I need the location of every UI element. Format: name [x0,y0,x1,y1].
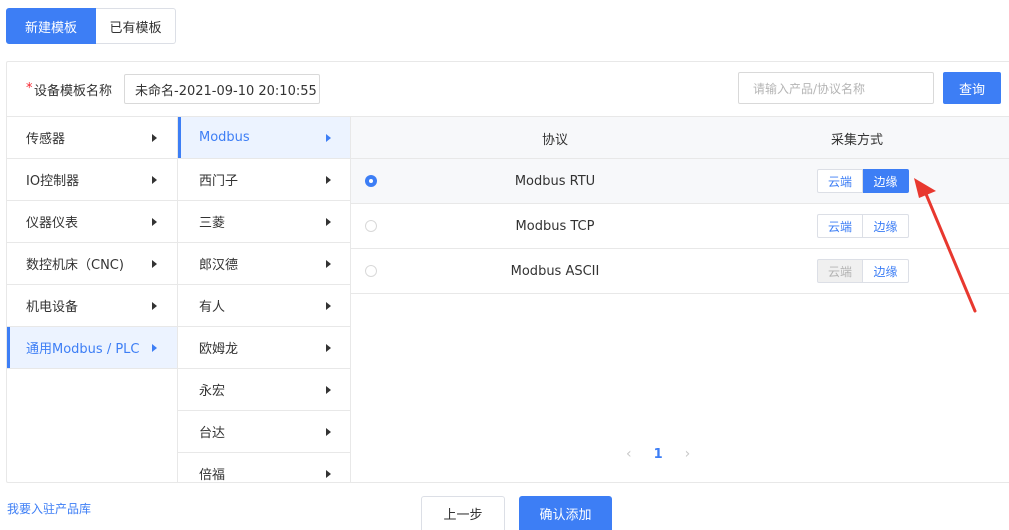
template-form-row: * 设备模板名称 未命名-2021-09-10 20:10:55 请输入产品/协… [7,62,1009,117]
required-mark: * [26,81,33,96]
caret-right-icon [326,260,331,268]
vendor-item-delta[interactable]: 台达 [178,411,350,453]
radio-selected[interactable] [365,175,377,187]
protocol-name: Modbus TCP [515,219,595,234]
caret-right-icon [152,134,157,142]
category-label: IO控制器 [26,174,80,189]
category-item-electromechanical[interactable]: 机电设备 [7,285,177,327]
caret-right-icon [326,470,331,478]
vendor-item-langhande[interactable]: 郎汉德 [178,243,350,285]
protocol-name: Modbus ASCII [510,264,600,279]
vendor-item-youren[interactable]: 有人 [178,285,350,327]
collect-mode-toggle: 云端 边缘 [817,259,909,283]
pagination: ‹ 1 › [626,446,690,462]
table-row[interactable]: Modbus ASCII 云端 边缘 [351,249,1009,294]
protocol-name: Modbus RTU [514,174,596,189]
tab-existing-template[interactable]: 已有模板 [96,8,176,44]
caret-right-icon [326,302,331,310]
cloud-mode-button[interactable]: 云端 [817,169,863,193]
category-label: 通用Modbus / PLC [26,342,140,357]
vendor-item-yonghong[interactable]: 永宏 [178,369,350,411]
template-card: * 设备模板名称 未命名-2021-09-10 20:10:55 请输入产品/协… [6,61,1009,483]
collect-mode-toggle: 云端 边缘 [817,169,909,193]
previous-step-button[interactable]: 上一步 [421,496,505,530]
confirm-add-button[interactable]: 确认添加 [519,496,612,530]
vendor-label: 西门子 [199,174,239,189]
vendor-label: 倍福 [199,468,226,483]
protocol-search-input[interactable]: 请输入产品/协议名称 [738,72,934,104]
pagination-next-icon[interactable]: › [685,446,691,462]
category-label: 机电设备 [26,300,79,315]
caret-right-icon [326,428,331,436]
table-row[interactable]: Modbus TCP 云端 边缘 [351,204,1009,249]
edge-mode-button[interactable]: 边缘 [863,169,909,193]
pagination-page-current[interactable]: 1 [654,447,663,462]
category-item-instrument[interactable]: 仪器仪表 [7,201,177,243]
caret-right-icon [152,344,157,352]
vendor-label: 郎汉德 [199,258,239,273]
vendor-label: 欧姆龙 [199,342,239,357]
protocol-table: 协议 采集方式 Modbus RTU 云端 边缘 Modbus TCP 云端 边… [351,117,1009,482]
vendor-item-siemens[interactable]: 西门子 [178,159,350,201]
vendor-label: 台达 [199,426,226,441]
vendor-label: 有人 [199,300,226,315]
caret-right-icon [152,176,157,184]
edge-mode-button[interactable]: 边缘 [863,259,909,283]
column-header-protocol: 协议 [541,132,568,148]
vendor-item-beckhoff[interactable]: 倍福 [178,453,350,483]
category-label: 数控机床（CNC) [26,258,124,273]
caret-right-icon [326,176,331,184]
category-item-modbus-plc[interactable]: 通用Modbus / PLC [7,327,177,369]
collect-mode-toggle: 云端 边缘 [817,214,909,238]
caret-right-icon [152,260,157,268]
cloud-mode-button-disabled: 云端 [817,259,863,283]
table-row[interactable]: Modbus RTU 云端 边缘 [351,159,1009,204]
vendor-label: 三菱 [199,216,226,231]
template-mode-tabs: 新建模板 已有模板 [6,8,176,44]
caret-right-icon [152,218,157,226]
vendor-list: Modbus 西门子 三菱 郎汉德 有人 欧姆龙 永宏 台达 倍福 [178,117,351,483]
template-name-label: 设备模板名称 [34,84,113,99]
column-header-collect-mode: 采集方式 [830,132,883,148]
cloud-mode-button[interactable]: 云端 [817,214,863,238]
category-item-cnc[interactable]: 数控机床（CNC) [7,243,177,285]
caret-right-icon [152,302,157,310]
vendor-item-modbus[interactable]: Modbus [178,117,350,159]
caret-right-icon [326,218,331,226]
category-item-sensor[interactable]: 传感器 [7,117,177,159]
radio-unselected[interactable] [365,265,377,277]
caret-right-icon [326,134,331,142]
category-item-io-controller[interactable]: IO控制器 [7,159,177,201]
category-list: 传感器 IO控制器 仪器仪表 数控机床（CNC) 机电设备 通用Modbus /… [7,117,178,482]
radio-unselected[interactable] [365,220,377,232]
vendor-item-omron[interactable]: 欧姆龙 [178,327,350,369]
category-label: 传感器 [26,132,66,147]
vendor-label: Modbus [199,130,250,145]
vendor-item-mitsubishi[interactable]: 三菱 [178,201,350,243]
vendor-label: 永宏 [199,384,226,399]
join-product-library-link[interactable]: 我要入驻产品库 [7,500,91,517]
category-label: 仪器仪表 [26,216,79,231]
search-button[interactable]: 查询 [943,72,1001,104]
pagination-prev-icon[interactable]: ‹ [626,446,632,462]
caret-right-icon [326,386,331,394]
table-header: 协议 采集方式 [351,117,1009,159]
tab-new-template[interactable]: 新建模板 [6,8,96,44]
template-name-input[interactable]: 未命名-2021-09-10 20:10:55 [124,74,320,104]
edge-mode-button[interactable]: 边缘 [863,214,909,238]
caret-right-icon [326,344,331,352]
